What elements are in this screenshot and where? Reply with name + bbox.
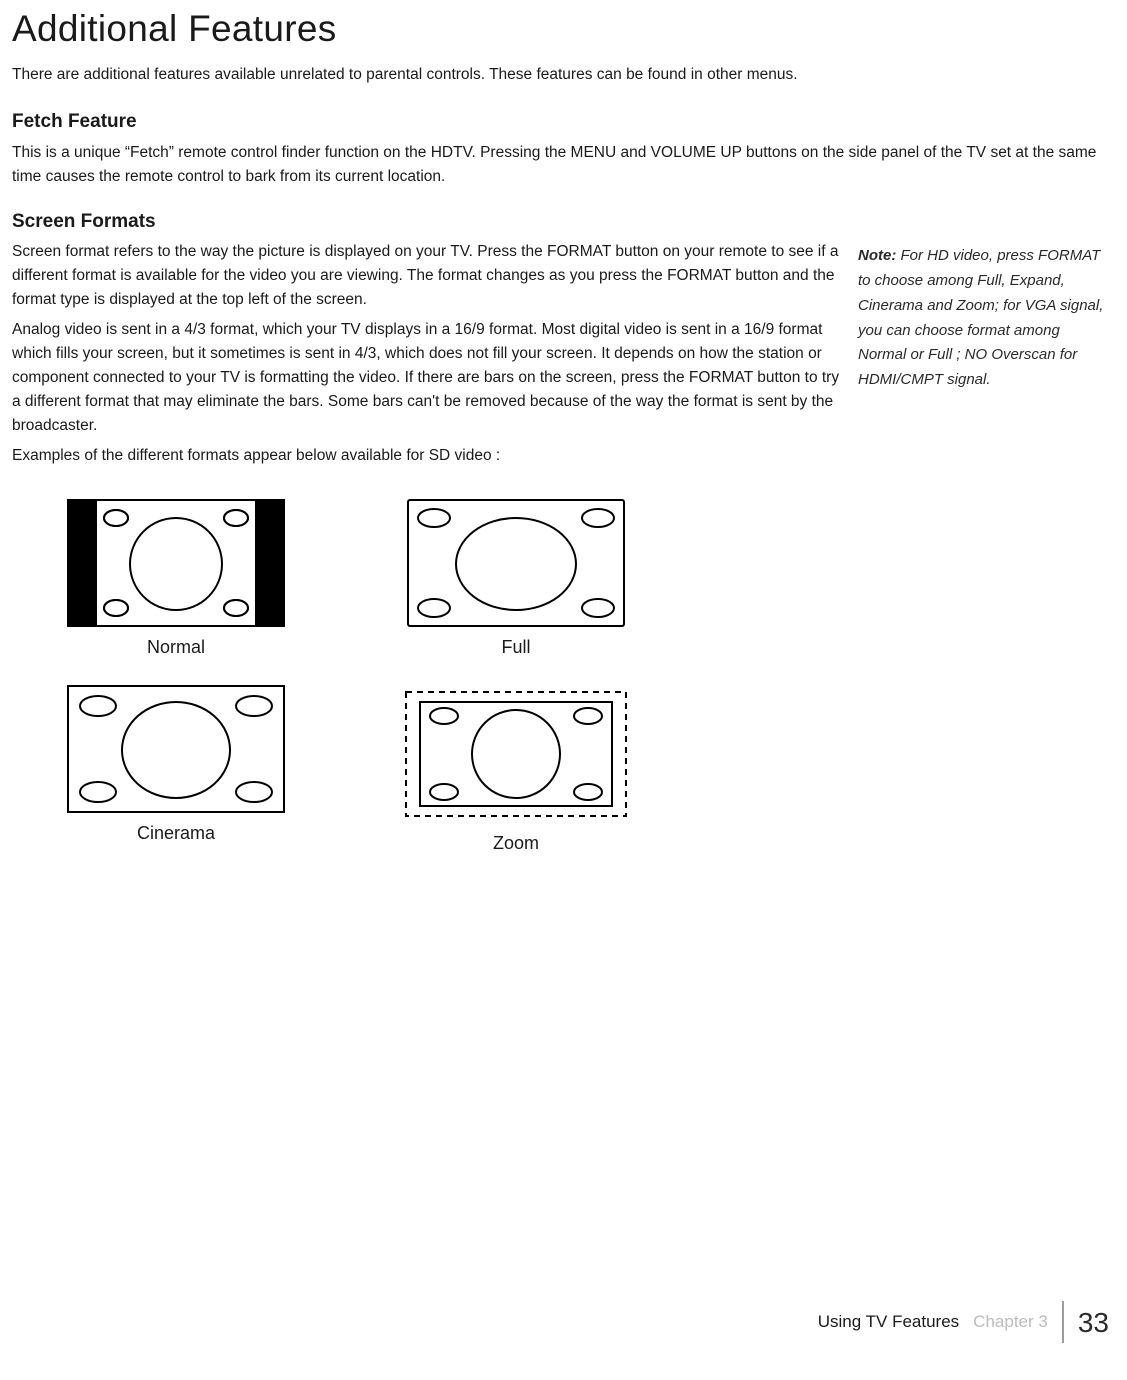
footer-chapter: Chapter 3 — [973, 1309, 1048, 1335]
intro-paragraph: There are additional features available … — [12, 63, 1115, 87]
footer-page-number: 33 — [1078, 1301, 1109, 1344]
note-label: Note: — [858, 247, 896, 264]
formats-p3: Examples of the different formats appear… — [12, 444, 844, 468]
diagram-normal-label: Normal — [36, 634, 316, 662]
diagram-normal-icon — [66, 498, 286, 628]
footer-section: Using TV Features — [818, 1309, 959, 1335]
fetch-heading: Fetch Feature — [12, 107, 1115, 136]
diagram-zoom-icon — [396, 684, 636, 824]
footer-divider — [1062, 1301, 1064, 1343]
diagram-full-icon — [406, 498, 626, 628]
diagram-zoom: Zoom — [376, 684, 656, 858]
diagram-cinerama-icon — [66, 684, 286, 814]
formats-p2: Analog video is sent in a 4/3 format, wh… — [12, 318, 844, 438]
fetch-body: This is a unique “Fetch” remote control … — [12, 141, 1115, 189]
page-footer: Using TV Features Chapter 3 33 — [818, 1301, 1109, 1344]
diagram-cinerama: Cinerama — [36, 684, 316, 858]
formats-p1: Screen format refers to the way the pict… — [12, 240, 844, 312]
diagram-zoom-label: Zoom — [376, 830, 656, 858]
diagram-full: Full — [376, 498, 656, 662]
diagram-normal: Normal — [36, 498, 316, 662]
diagram-full-label: Full — [376, 634, 656, 662]
note-text: For HD video, press FORMAT to choose amo… — [858, 247, 1103, 388]
diagram-cinerama-label: Cinerama — [36, 820, 316, 848]
side-note: Note: For HD video, press FORMAT to choo… — [858, 240, 1112, 393]
page-title: Additional Features — [12, 0, 1115, 57]
screen-formats-heading: Screen Formats — [12, 207, 1115, 236]
